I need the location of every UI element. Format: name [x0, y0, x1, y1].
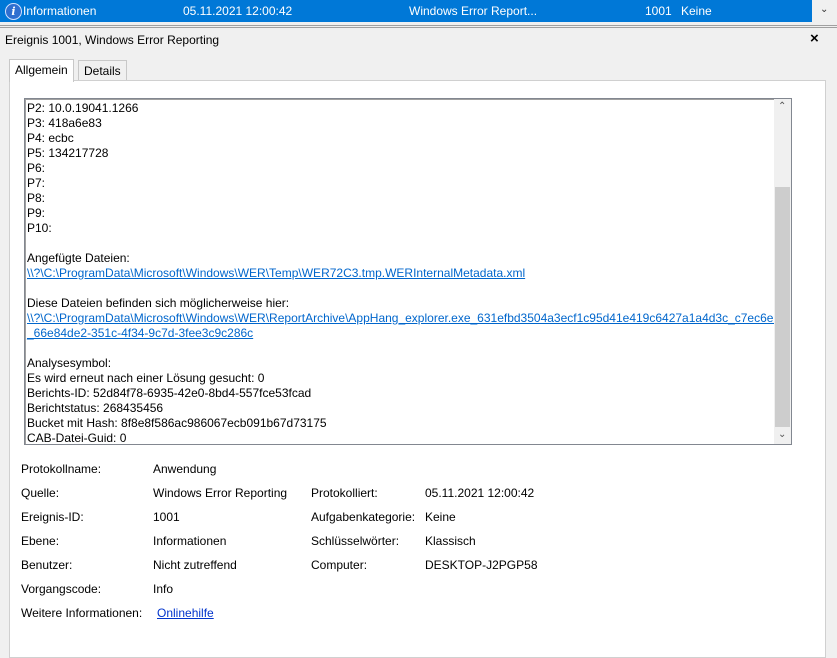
description-line: CAB-Datei-Guid: 0	[27, 431, 127, 445]
chevron-up-icon[interactable]: ⌃	[778, 101, 786, 112]
file-path-link[interactable]: \\?\C:\ProgramData\Microsoft\Windows\WER…	[27, 311, 786, 326]
description-line: P3: 418a6e83	[27, 116, 102, 130]
label-aufgabenkategorie: Aufgabenkategorie:	[311, 510, 416, 524]
label-protokolliert: Protokolliert:	[311, 486, 378, 500]
description-line: P6:	[27, 161, 46, 175]
description-line: P2: 10.0.19041.1266	[27, 101, 139, 115]
description-line: Angefügte Dateien:	[27, 251, 130, 265]
event-level: Informationen	[23, 4, 97, 18]
value-schluesselwoerter: Klassisch	[425, 534, 476, 548]
value-ebene: Informationen	[153, 534, 227, 548]
description-line: P5: 134217728	[27, 146, 109, 160]
label-vorgangscode: Vorgangscode:	[21, 582, 102, 596]
value-protokolliert: 05.11.2021 12:00:42	[425, 486, 535, 500]
description-line: Bucket mit Hash: 8f8e8f586ac986067ecb091…	[27, 416, 327, 430]
description-line	[27, 236, 772, 251]
value-benutzer: Nicht zutreffend	[153, 558, 237, 572]
event-date: 05.11.2021 12:00:42	[183, 4, 293, 18]
event-category: Keine	[681, 4, 712, 18]
description-line: P4: ecbc	[27, 131, 74, 145]
description-line: Berichts-ID: 52d84f78-6935-42e0-8bd4-557…	[27, 386, 312, 400]
event-description-text: P2: 10.0.19041.1266 P3: 418a6e83 P4: ecbc P…	[27, 101, 786, 445]
value-quelle: Windows Error Reporting	[153, 486, 288, 500]
description-line: P8:	[27, 191, 46, 205]
tab-details[interactable]: Details	[78, 60, 127, 81]
file-path-link[interactable]: _66e84de2-351c-4f34-9c7d-3fee3c9c286c	[27, 326, 772, 341]
label-ereignis-id: Ereignis-ID:	[21, 510, 84, 524]
event-list-row-selected[interactable]: i Informationen 05.11.2021 12:00:42 Wind…	[0, 0, 812, 22]
value-protokollname: Anwendung	[153, 462, 217, 476]
description-line: P7:	[27, 176, 46, 190]
chevron-down-icon[interactable]: ⌄	[778, 429, 786, 440]
label-computer: Computer:	[311, 558, 368, 572]
description-line: Berichtstatus: 268435456	[27, 401, 164, 415]
onlinehilfe-link[interactable]: Onlinehilfe	[157, 606, 214, 620]
description-line: P10:	[27, 221, 52, 235]
value-ereignis-id: 1001	[153, 510, 180, 524]
list-scroll-down-button[interactable]: ⌄	[813, 0, 837, 22]
info-icon: i	[5, 3, 22, 20]
event-id: 1001	[645, 4, 672, 18]
label-benutzer: Benutzer:	[21, 558, 73, 572]
scrollbar-thumb[interactable]	[775, 187, 790, 427]
label-quelle: Quelle:	[21, 486, 60, 500]
description-line: P9:	[27, 206, 46, 220]
event-source: Windows Error Report...	[409, 4, 538, 18]
label-schluesselwoerter: Schlüsselwörter:	[311, 534, 400, 548]
description-line: Analysesymbol:	[27, 356, 112, 370]
label-protokollname: Protokollname:	[21, 462, 102, 476]
description-line	[27, 281, 772, 296]
event-description-box[interactable]: P2: 10.0.19041.1266 P3: 418a6e83 P4: ecbc P…	[24, 98, 792, 445]
tab-allgemein[interactable]: Allgemein	[9, 59, 74, 82]
label-weitere-informationen: Weitere Informationen:	[21, 606, 143, 620]
value-vorgangscode: Info	[153, 582, 174, 596]
value-aufgabenkategorie: Keine	[425, 510, 456, 524]
splitter-line	[0, 27, 837, 28]
splitter[interactable]	[0, 25, 837, 26]
description-line: Diese Dateien befinden sich möglicherwei…	[27, 296, 290, 310]
close-icon[interactable]: ×	[810, 30, 819, 47]
event-title: Ereignis 1001, Windows Error Reporting	[5, 33, 220, 47]
label-ebene: Ebene:	[21, 534, 60, 548]
description-line: Es wird erneut nach einer Lösung gesucht…	[27, 371, 265, 385]
chevron-down-icon: ⌄	[820, 4, 829, 15]
value-computer: DESKTOP-J2PGP58	[425, 558, 538, 572]
description-line	[27, 341, 772, 356]
description-scrollbar[interactable]: ⌃ ⌄	[774, 99, 791, 444]
file-path-link[interactable]: \\?\C:\ProgramData\Microsoft\Windows\WER…	[27, 266, 772, 281]
